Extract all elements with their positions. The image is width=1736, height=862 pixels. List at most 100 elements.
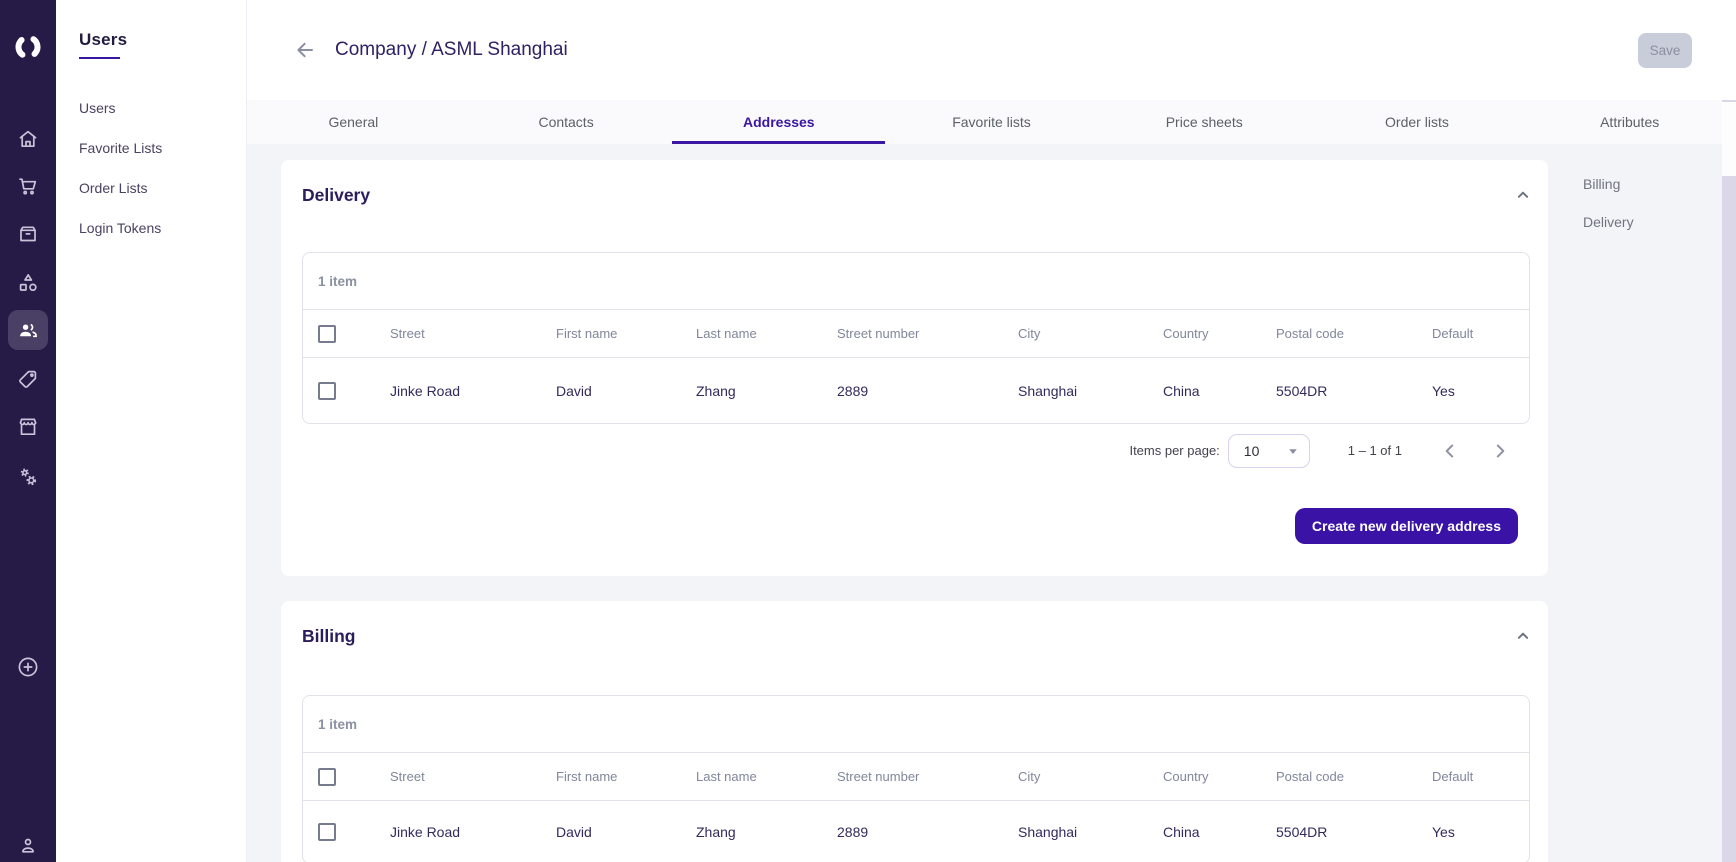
tab-addresses[interactable]: Addresses [672, 100, 885, 144]
storefront-icon[interactable] [16, 415, 40, 439]
cell-last-name: Zhang [696, 382, 736, 399]
tab-attributes[interactable]: Attributes [1523, 100, 1736, 144]
scrollbar-thumb[interactable] [1722, 102, 1736, 176]
delivery-pagination: Items per page: 10 1 – 1 of 1 [281, 424, 1548, 477]
save-button[interactable]: Save [1638, 32, 1692, 68]
cell-city: Shanghai [1018, 382, 1078, 399]
column-header-last-name: Last name [696, 326, 757, 341]
tab-bar: General Contacts Addresses Favorite list… [247, 100, 1736, 144]
panel-title-underline [79, 57, 120, 59]
chevron-up-icon [1512, 625, 1534, 647]
chevron-left-icon [1438, 439, 1462, 463]
tab-favorite-lists[interactable]: Favorite lists [885, 100, 1098, 144]
tab-contacts[interactable]: Contacts [460, 100, 673, 144]
page-size-select[interactable]: 10 [1227, 433, 1310, 468]
column-header-default: Default [1432, 326, 1474, 341]
column-header-first-name: First name [556, 326, 618, 341]
cell-street: Jinke Road [390, 382, 461, 399]
cell-postal-code: 5504DR [1276, 824, 1328, 840]
column-header-postal-code: Postal code [1276, 326, 1344, 341]
content-area: Delivery 1 item Street First name Last n… [247, 144, 1736, 862]
delivery-section-card: Delivery 1 item Street First name Last n… [281, 160, 1548, 576]
vertical-scrollbar[interactable] [1722, 100, 1736, 862]
column-header-city: City [1018, 326, 1041, 341]
column-header-postal-code: Postal code [1276, 769, 1344, 784]
column-header-default: Default [1432, 769, 1474, 784]
table-row[interactable]: Jinke Road David Zhang 2889 Shanghai Chi… [303, 801, 1529, 862]
chevron-up-icon [1512, 184, 1534, 206]
tab-order-lists[interactable]: Order lists [1311, 100, 1524, 144]
sidebar-item-favorite-lists[interactable]: Favorite Lists [56, 128, 246, 168]
delivery-collapse-button[interactable] [1512, 184, 1534, 206]
column-header-street: Street [390, 326, 425, 341]
select-all-checkbox[interactable] [318, 767, 336, 786]
sidebar-item-users[interactable]: Users [56, 88, 246, 128]
previous-page-button[interactable] [1438, 439, 1462, 463]
anchor-billing[interactable]: Billing [1583, 174, 1733, 194]
section-anchor-nav: Billing Delivery [1583, 174, 1733, 250]
billing-address-table: 1 item Street First name Last name Stree… [302, 695, 1530, 862]
items-per-page-label: Items per page: [1129, 443, 1220, 458]
shopping-cart-icon[interactable] [16, 174, 40, 198]
next-page-button[interactable] [1488, 439, 1512, 463]
back-button[interactable] [292, 37, 318, 63]
cell-street-number: 2889 [837, 382, 869, 399]
cell-last-name: Zhang [696, 824, 736, 840]
chevron-right-icon [1488, 439, 1512, 463]
app-rail [0, 0, 56, 862]
arrow-left-icon [293, 38, 317, 62]
cell-country: China [1163, 824, 1200, 840]
delivery-section-title: Delivery [302, 184, 371, 205]
caret-down-icon [1287, 445, 1299, 457]
table-header-row: Street First name Last name Street numbe… [303, 309, 1529, 358]
cell-default: Yes [1432, 824, 1455, 840]
delivery-address-table: 1 item Street First name Last name Stree… [302, 252, 1530, 424]
row-checkbox[interactable] [318, 381, 336, 400]
sidebar-item-order-lists[interactable]: Order Lists [56, 168, 246, 208]
table-header-row: Street First name Last name Street numbe… [303, 752, 1529, 801]
users-group-icon [16, 318, 40, 342]
settings-gears-icon[interactable] [16, 465, 40, 489]
sidebar-item-users-active[interactable] [8, 310, 48, 350]
cell-first-name: David [556, 382, 592, 399]
create-delivery-address-button[interactable]: Create new delivery address [1294, 508, 1518, 544]
column-header-street: Street [390, 769, 425, 784]
column-header-city: City [1018, 769, 1041, 784]
billing-section-title: Billing [302, 625, 356, 646]
cell-street: Jinke Road [390, 824, 461, 840]
page-size-value: 10 [1243, 442, 1260, 459]
order-box-icon[interactable] [16, 222, 40, 246]
page-header: Company / ASML Shanghai Save [247, 0, 1736, 100]
table-row[interactable]: Jinke Road David Zhang 2889 Shanghai Chi… [303, 358, 1529, 423]
select-all-checkbox[interactable] [318, 324, 336, 343]
column-header-first-name: First name [556, 769, 618, 784]
home-icon[interactable] [16, 127, 40, 151]
cell-postal-code: 5504DR [1276, 382, 1328, 399]
tab-general[interactable]: General [247, 100, 460, 144]
billing-item-count: 1 item [318, 716, 358, 732]
delivery-item-count: 1 item [318, 273, 358, 289]
billing-collapse-button[interactable] [1512, 625, 1534, 647]
column-header-last-name: Last name [696, 769, 757, 784]
panel-title: Users [79, 30, 128, 49]
anchor-delivery[interactable]: Delivery [1583, 212, 1733, 232]
billing-section-card: Billing 1 item Street First name Last na… [281, 601, 1548, 862]
sidebar-item-login-tokens[interactable]: Login Tokens [56, 208, 246, 248]
row-checkbox[interactable] [318, 823, 336, 841]
account-person-icon[interactable] [16, 833, 40, 857]
app-logo-icon[interactable] [10, 29, 46, 65]
tab-price-sheets[interactable]: Price sheets [1098, 100, 1311, 144]
cell-first-name: David [556, 824, 592, 840]
column-header-street-number: Street number [837, 326, 920, 341]
cell-street-number: 2889 [837, 824, 869, 840]
page-title: Company / ASML Shanghai [335, 39, 568, 60]
cell-country: China [1163, 382, 1200, 399]
tag-icon[interactable] [16, 367, 40, 391]
pagination-range-label: 1 – 1 of 1 [1347, 443, 1402, 458]
column-header-country: Country [1163, 326, 1209, 341]
column-header-street-number: Street number [837, 769, 920, 784]
column-header-country: Country [1163, 769, 1209, 784]
cell-default: Yes [1432, 382, 1455, 399]
add-circle-icon[interactable] [16, 655, 40, 679]
category-shapes-icon[interactable] [16, 271, 40, 295]
